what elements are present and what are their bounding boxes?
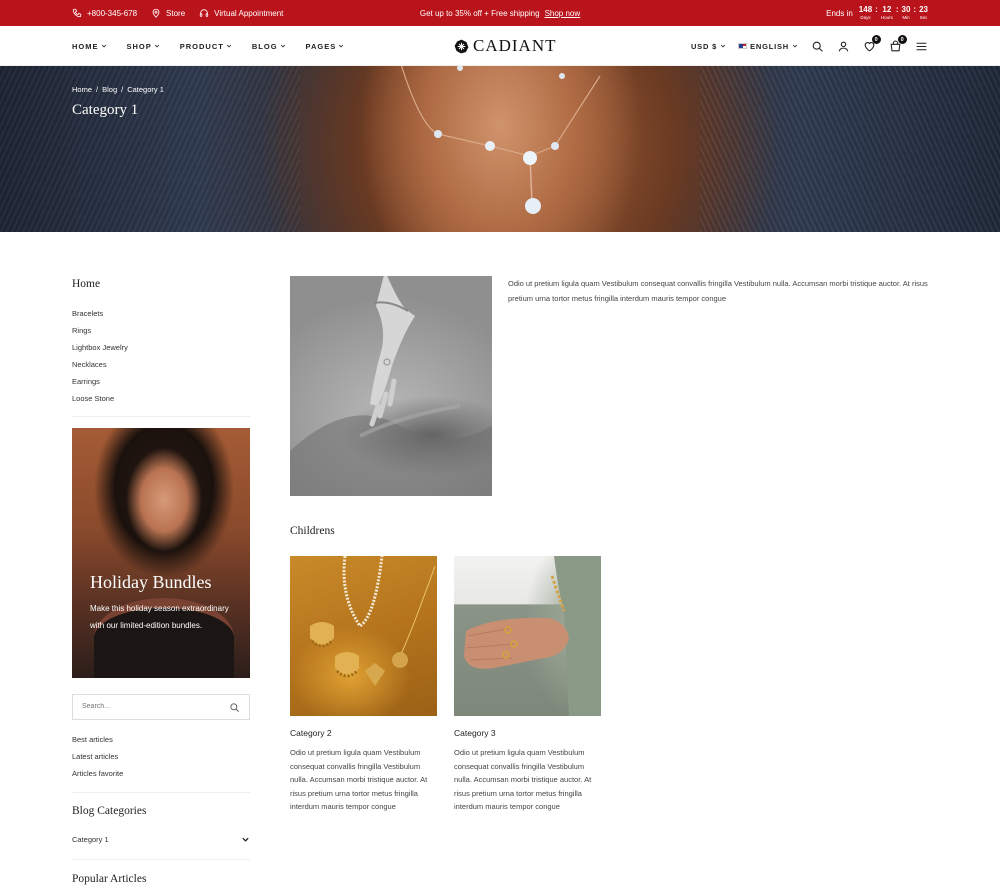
countdown: Ends in 148 Days : 12 Hours : 30 Min : 23 Se… [826, 0, 928, 26]
store-link[interactable]: Store [151, 8, 185, 18]
child-category-description: Odio ut pretium ligula quam Vestibulum c… [290, 748, 428, 811]
shop-now-link[interactable]: Shop now [545, 9, 581, 18]
cart-count-badge: 0 [898, 35, 907, 44]
jewelry-illustration [310, 556, 436, 686]
ends-in-label: Ends in [826, 8, 853, 18]
location-icon [152, 8, 160, 18]
menu-item-earrings[interactable]: Earrings [72, 373, 128, 390]
child-category-title[interactable]: Category 2 [290, 728, 437, 738]
topbar-contact: +800-345-678 Store Virtual Appointment [72, 0, 283, 26]
nav-shop[interactable]: SHOP [127, 42, 160, 51]
latest-articles-link[interactable]: Latest articles [72, 748, 123, 765]
popular-articles-heading: Popular Articles [72, 873, 147, 885]
menu-item-rings[interactable]: Rings [72, 322, 128, 339]
wishlist-count-badge: 0 [872, 35, 881, 44]
category-feature-image [290, 276, 492, 496]
chevron-down-icon [101, 44, 106, 48]
phone-link[interactable]: +800-345-678 [72, 8, 137, 18]
search-icon[interactable] [229, 702, 240, 713]
necklace-illustration [400, 66, 601, 214]
blog-category-item[interactable]: Category 1 [72, 835, 250, 844]
child-category-card[interactable]: Category 3 Odio ut pretium ligula quam V… [454, 556, 601, 814]
hero-texture [700, 66, 1000, 232]
hero-banner: Home / Blog / Category 1 Category 1 [0, 66, 1000, 232]
menu-item-loose-stone[interactable]: Loose Stone [72, 390, 128, 407]
store-label: Store [166, 8, 186, 18]
nav-blog[interactable]: BLOG [252, 42, 286, 51]
hand-in-sand-illustration [290, 276, 492, 496]
countdown-timer: 148 Days : 12 Hours : 30 Min : 23 Sec [858, 4, 928, 20]
childrens-heading: Childrens [290, 525, 335, 537]
child-category-title[interactable]: Category 3 [454, 728, 601, 738]
language-selector[interactable]: ENGLISH [738, 42, 798, 51]
wishlist-button[interactable]: 0 [862, 35, 881, 53]
user-icon [838, 41, 848, 52]
menu-item-necklaces[interactable]: Necklaces [72, 356, 128, 373]
countdown-seconds: 23 Sec [919, 4, 928, 20]
article-links: Best articles Latest articles Articles f… [72, 731, 123, 782]
hand-rings-illustration [464, 556, 601, 716]
chevron-down-icon [280, 44, 285, 48]
breadcrumb-blog[interactable]: Blog [102, 85, 117, 94]
breadcrumb-home[interactable]: Home [72, 85, 92, 94]
account-button[interactable] [836, 39, 850, 53]
menu-item-lightbox-jewelry[interactable]: Lightbox Jewelry [72, 339, 128, 356]
chevron-down-icon [339, 44, 344, 48]
site-logo[interactable]: CADIANT [454, 36, 557, 56]
headphones-icon [200, 9, 209, 17]
site-header: HOME SHOP PRODUCT BLOG PAGES CADIANT USD… [0, 26, 1000, 66]
nav-home[interactable]: HOME [72, 42, 107, 51]
currency-selector[interactable]: USD $ [691, 42, 726, 51]
breadcrumb-current: Category 1 [127, 85, 164, 94]
page-title: Category 1 [72, 102, 139, 118]
best-articles-link[interactable]: Best articles [72, 731, 123, 748]
phone-number: +800-345-678 [87, 8, 138, 18]
sidebar-search [72, 694, 250, 720]
menu-icon [916, 42, 926, 50]
appointment-label: Virtual Appointment [214, 8, 284, 18]
divider [72, 416, 250, 417]
child-category-image[interactable] [290, 556, 437, 716]
logo-text: CADIANT [473, 36, 557, 55]
search-button[interactable] [810, 39, 824, 53]
breadcrumb: Home / Blog / Category 1 [72, 85, 164, 94]
phone-icon [72, 8, 82, 18]
chevron-down-icon [720, 44, 726, 48]
child-category-image[interactable] [454, 556, 601, 716]
promo-banner[interactable]: Holiday Bundles Make this holiday season… [72, 428, 250, 678]
chevron-down-icon [792, 44, 798, 48]
child-category-description: Odio ut pretium ligula quam Vestibulum c… [454, 748, 592, 811]
category-menu: Bracelets Rings Lightbox Jewelry Necklac… [72, 305, 128, 407]
blog-categories-heading: Blog Categories [72, 805, 147, 817]
chevron-down-icon [226, 44, 231, 48]
appointment-link[interactable]: Virtual Appointment [199, 8, 283, 18]
favorite-articles-link[interactable]: Articles favorite [72, 765, 123, 782]
search-input[interactable] [82, 703, 222, 710]
us-flag-icon [738, 43, 748, 49]
blog-category-label: Category 1 [72, 835, 109, 844]
promo-text: Get up to 35% off + Free shipping [419, 8, 540, 18]
cart-button[interactable]: 0 [888, 35, 907, 53]
countdown-days: 148 Days [858, 4, 873, 20]
divider [72, 859, 250, 860]
announcement-bar: +800-345-678 Store Virtual Appointment G… [0, 0, 1000, 26]
countdown-minutes: 30 Min [901, 4, 911, 20]
search-icon [812, 41, 823, 52]
nav-product[interactable]: PRODUCT [180, 42, 232, 51]
menu-item-bracelets[interactable]: Bracelets [72, 305, 128, 322]
chevron-down-icon [154, 44, 159, 48]
logo-icon [454, 39, 469, 53]
menu-button[interactable] [914, 39, 928, 53]
main-nav: HOME SHOP PRODUCT BLOG PAGES [72, 26, 344, 66]
child-category-card[interactable]: Category 2 Odio ut pretium ligula quam V… [290, 556, 437, 814]
sidebar-home-heading[interactable]: Home [72, 278, 100, 290]
chevron-down-icon[interactable] [241, 835, 250, 844]
category-description: Odio ut pretium ligula quam Vestibulum c… [508, 279, 928, 303]
promo-text: Make this holiday season extraordinary w… [90, 604, 229, 630]
divider [72, 792, 250, 793]
header-actions: USD $ ENGLISH 0 0 [691, 26, 928, 66]
promo-title: Holiday Bundles [90, 572, 212, 592]
nav-pages[interactable]: PAGES [306, 42, 345, 51]
countdown-hours: 12 Hours [880, 4, 893, 20]
